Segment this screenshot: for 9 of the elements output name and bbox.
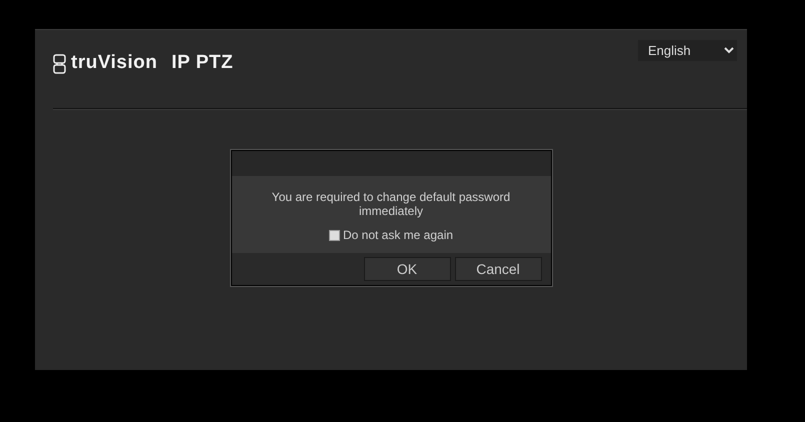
checkbox[interactable]	[328, 230, 340, 240]
dialog-message: You are required to change default password immediately	[270, 190, 512, 218]
ok-button[interactable]: OK	[364, 256, 450, 280]
language-dropdown[interactable]: English	[638, 40, 737, 61]
logo-icon	[53, 54, 67, 74]
product-name: IP PTZ	[172, 52, 234, 74]
cancel-button[interactable]: Cancel	[454, 256, 542, 280]
brand-name: truVision	[71, 52, 158, 74]
checkbox-label: Do not ask me again	[342, 228, 454, 242]
